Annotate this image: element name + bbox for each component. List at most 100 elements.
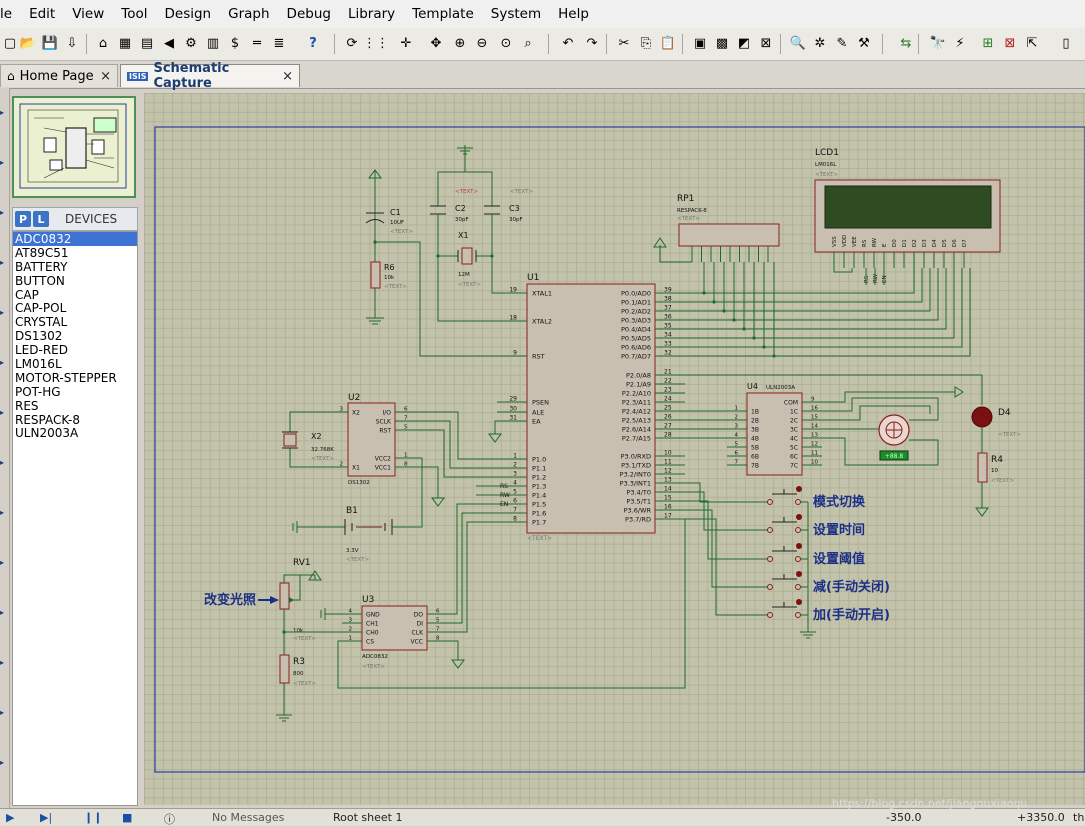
instrument-icon[interactable]: ▸ [0,758,8,772]
menu-view[interactable]: View [72,6,112,22]
wire-label-icon[interactable]: ▸ [0,258,8,272]
menu-tool[interactable]: Tool [121,6,155,22]
grid-icon[interactable]: ⋮⋮ [363,33,389,53]
device-item[interactable]: ULN2003A [13,426,137,441]
cut-icon[interactable]: ✂ [614,33,634,53]
pcb-icon[interactable]: ▤ [137,33,157,53]
library-manager-button[interactable]: L [33,211,49,227]
exit-parent-icon[interactable]: ⇱ [1022,33,1042,53]
help-icon[interactable]: ? [303,33,323,53]
tab-schematic-capture[interactable]: ISIS Schematic Capture × [120,61,300,91]
tape-icon[interactable]: ▸ [0,608,8,622]
new-sheet-icon[interactable]: ⊞ [978,33,998,53]
junction-icon[interactable]: ▸ [0,208,8,222]
device-item[interactable]: BUTTON [13,274,137,288]
text-script-icon[interactable]: ▸ [0,308,8,322]
u1-pin-name: P0.1/AD1 [621,299,651,307]
zoom-all-icon[interactable]: ⊙ [496,33,516,53]
device-item[interactable]: LM016L [13,357,137,371]
new-file-icon[interactable]: ▢ [0,33,20,53]
device-item[interactable]: MOTOR-STEPPER [13,371,137,385]
block-move-icon[interactable]: ▩ [712,33,732,53]
zoom-area-icon[interactable]: ⌕ [518,33,538,53]
button-contact [767,499,773,505]
back-icon[interactable]: ◀ [159,33,179,53]
search-icon[interactable]: 🔭 [928,33,948,53]
make-device-icon[interactable]: ✲ [810,33,830,53]
schematic-canvas[interactable]: U1 <TEXT> XTAL1 19 XTAL2 18 RST 9 PSEN 29 ALE 30 EA 3… [144,93,1085,805]
menu-system[interactable]: System [491,6,549,22]
device-item[interactable]: POT-HG [13,385,137,399]
wire-autorouter-icon[interactable]: ⇆ [896,33,916,53]
home-icon[interactable]: ⌂ [93,33,113,53]
menu-graph[interactable]: Graph [228,6,277,22]
menu-help[interactable]: Help [558,6,597,22]
gerber-icon[interactable]: ⚙ [181,33,201,53]
device-item[interactable]: CAP-POL [13,301,137,316]
device-item[interactable]: RESPACK-8 [13,413,137,427]
bom-icon[interactable]: ▥ [203,33,223,53]
schematic-icon[interactable]: ▦ [115,33,135,53]
selection-mode-icon[interactable]: ▸ [0,108,8,122]
origin-icon[interactable]: ✛ [396,33,416,53]
decompose-icon[interactable]: ⚒ [854,33,874,53]
design-explorer-icon[interactable]: ═ [247,33,267,53]
pan-icon[interactable]: ✥ [426,33,446,53]
probe-icon[interactable]: ▸ [0,708,8,722]
zoom-in-icon[interactable]: ⊕ [450,33,470,53]
stop-icon[interactable]: ■ [122,811,132,824]
package-tool-icon[interactable]: ✎ [832,33,852,53]
pick-devices-button[interactable]: P [15,211,31,227]
save-icon[interactable]: 💾 [40,33,60,53]
tab-home-page[interactable]: ⌂ Home Page × [0,64,118,87]
pick-device-icon[interactable]: 🔍 [788,33,808,53]
device-item[interactable]: LED-RED [13,343,137,357]
menu-le[interactable]: le [0,6,20,22]
pause-icon[interactable]: ❙❙ [84,811,102,824]
device-item[interactable]: CAP [13,288,137,302]
close-icon[interactable]: × [282,69,293,84]
u1-pin-name: P0.0/AD0 [621,290,651,298]
block-copy-icon[interactable]: ▣ [690,33,710,53]
menu-design[interactable]: Design [165,6,220,22]
menu-library[interactable]: Library [348,6,403,22]
subcircuit-icon[interactable]: ▸ [0,408,8,422]
device-item[interactable]: CRYSTAL [13,315,137,329]
copy-icon[interactable]: ⎘ [636,33,656,53]
zoom-out-icon[interactable]: ⊖ [472,33,492,53]
u2-pin-name: SCLK [376,419,392,426]
dollar-icon[interactable]: $ [225,33,245,53]
u1-pin-name: P1.0 [532,456,546,464]
refresh-icon[interactable]: ⟳ [342,33,362,53]
notes-icon[interactable]: ≣ [269,33,289,53]
menu-debug[interactable]: Debug [287,6,339,22]
device-item[interactable]: ADC0832 [13,232,137,246]
component-mode-icon[interactable]: ▸ [0,158,8,172]
generator-icon[interactable]: ▸ [0,658,8,672]
redo-icon[interactable]: ↷ [582,33,602,53]
overview-window[interactable] [12,96,136,198]
device-list[interactable]: ADC0832 AT89C51 BATTERY BUTTON CAP CAP-POL CRY… [12,231,138,806]
remove-sheet-icon[interactable]: ⊠ [1000,33,1020,53]
property-tool-icon[interactable]: ⚡ [950,33,970,53]
device-item[interactable]: RES [13,399,137,413]
block-rotate-icon[interactable]: ◩ [734,33,754,53]
step-icon[interactable]: ▶| [40,811,52,824]
menu-template[interactable]: Template [412,6,482,22]
close-icon[interactable]: × [100,69,111,84]
bus-icon[interactable]: ▸ [0,358,8,372]
paste-icon[interactable]: 📋 [658,33,678,53]
device-item[interactable]: DS1302 [13,329,137,343]
device-item[interactable]: BATTERY [13,260,137,274]
undo-icon[interactable]: ↶ [558,33,578,53]
block-delete-icon[interactable]: ⊠ [756,33,776,53]
import-icon[interactable]: ⇩ [62,33,82,53]
open-folder-icon[interactable]: 📂 [18,33,38,53]
device-item[interactable]: AT89C51 [13,246,137,260]
pin-icon[interactable]: ▸ [0,508,8,522]
terminal-icon[interactable]: ▸ [0,458,8,472]
menu-edit[interactable]: Edit [29,6,63,22]
graph-icon[interactable]: ▸ [0,558,8,572]
play-icon[interactable]: ▶ [6,811,14,824]
netlist-icon[interactable]: ▯ [1056,33,1076,53]
